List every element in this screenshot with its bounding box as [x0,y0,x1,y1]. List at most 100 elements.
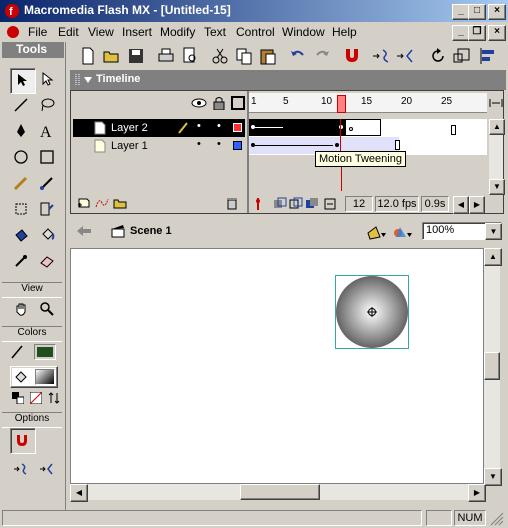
modify-onion-markers-icon[interactable] [323,197,337,211]
maximize-button[interactable]: □ [468,4,486,20]
menu-view[interactable]: View [88,25,114,39]
fill-color-control[interactable] [10,366,58,388]
smooth-toolbar-icon[interactable] [372,46,392,66]
selected-symbol-bounds[interactable] [335,275,409,349]
ink-bottle-tool[interactable] [10,224,34,248]
zoom-dropdown-button[interactable]: ▼ [485,223,502,240]
scroll-left-button[interactable]: ◀ [70,484,88,502]
snap-magnet-icon[interactable] [342,46,362,66]
align-icon[interactable] [478,46,498,66]
menu-window[interactable]: Window [282,25,325,39]
oval-tool[interactable] [10,146,34,170]
scroll-thumb[interactable] [240,484,320,500]
new-file-icon[interactable] [78,46,98,66]
menu-control[interactable]: Control [236,25,275,39]
paint-bucket-tool[interactable] [36,224,60,248]
smooth-button[interactable] [10,458,34,482]
scroll-right-button[interactable]: ▶ [468,484,486,502]
line-tool[interactable] [10,94,34,118]
end-frame-marker[interactable] [451,125,456,135]
close-button[interactable]: × [488,4,506,20]
playhead[interactable] [337,95,346,113]
redo-icon[interactable] [312,46,332,66]
fill-color-swatch[interactable] [35,369,55,385]
doc-restore-button[interactable]: ❐ [468,25,486,41]
menu-file[interactable]: File [28,25,47,39]
free-transform-tool[interactable] [10,198,34,222]
insert-folder-icon[interactable] [113,197,127,209]
layer-outline-color[interactable] [233,123,242,132]
stage-hscroll[interactable]: ◀ ▶ [70,484,486,502]
print-preview-icon[interactable] [180,46,200,66]
stage[interactable] [70,248,484,484]
paste-icon[interactable] [258,46,278,66]
lock-icon[interactable] [213,96,225,110]
scroll-down-button[interactable]: ▼ [489,179,505,195]
zoom-tool[interactable] [36,298,60,322]
straighten-button[interactable] [36,458,60,482]
eraser-tool[interactable] [36,250,60,274]
layer-row-layer-1[interactable]: Layer 1 • • [73,137,245,155]
open-folder-icon[interactable] [102,46,122,66]
menu-help[interactable]: Help [332,25,357,39]
edit-symbols-icon[interactable] [392,223,414,241]
hand-tool[interactable] [10,298,34,322]
snap-to-objects-button[interactable] [10,428,36,454]
edit-scene-icon[interactable] [366,223,388,241]
frame-ruler[interactable]: 1 5 10 15 20 25 [249,93,487,113]
swap-colors-button[interactable] [46,390,62,406]
arrow-tool[interactable] [10,68,36,94]
undo-icon[interactable] [288,46,308,66]
layer-row-layer-2[interactable]: Layer 2 • • [73,119,245,137]
subselect-tool[interactable] [36,68,60,92]
menu-text[interactable]: Text [204,25,226,39]
end-frame-marker[interactable] [395,140,400,150]
frame-view-menu-icon[interactable] [489,97,503,109]
center-frame-icon[interactable] [251,197,265,211]
back-arrow-icon[interactable] [76,224,92,238]
layer-lock-dot[interactable]: • [217,120,221,132]
menu-modify[interactable]: Modify [160,25,195,39]
copy-icon[interactable] [234,46,254,66]
lasso-tool[interactable] [36,94,60,118]
stage-vscroll[interactable]: ▲ ▼ [484,248,502,486]
selected-frames[interactable] [287,119,337,136]
onion-skin-outlines-icon[interactable] [289,197,303,211]
scroll-up-button[interactable]: ▲ [489,119,505,135]
edit-multiple-frames-icon[interactable] [305,197,319,211]
straighten-toolbar-icon[interactable] [396,46,416,66]
fill-transform-tool[interactable] [36,198,60,222]
pen-tool[interactable] [10,120,34,144]
scale-icon[interactable] [452,46,472,66]
layer-lock-dot[interactable]: • [217,138,221,150]
scroll-down-button[interactable]: ▼ [484,468,502,486]
layer-outline-color[interactable] [233,141,242,150]
rotate-icon[interactable] [428,46,448,66]
keyframe-dot[interactable] [335,143,339,147]
resize-grip-icon[interactable] [490,512,504,526]
zoom-select[interactable]: 100% ▼ [422,222,502,240]
layer-name[interactable]: Layer 2 [111,122,148,134]
insert-layer-icon[interactable] [77,197,91,209]
black-white-button[interactable] [10,390,26,406]
frame-grid[interactable] [249,119,487,155]
scroll-up-button[interactable]: ▲ [484,248,502,266]
no-color-button[interactable] [28,390,44,406]
menu-edit[interactable]: Edit [58,25,79,39]
cut-icon[interactable] [210,46,230,66]
outline-icon[interactable] [231,96,245,110]
timeline-vscroll[interactable]: ▲ ▼ [489,119,505,195]
save-icon[interactable] [126,46,146,66]
scroll-left-button[interactable]: ◀ [453,196,469,214]
empty-keyframe-dot[interactable] [349,127,353,131]
rectangle-tool[interactable] [36,146,60,170]
add-guide-layer-icon[interactable] [95,197,109,209]
layer-visible-dot[interactable]: • [197,138,201,150]
stroke-color-swatch[interactable] [34,344,56,360]
pencil-tool[interactable] [10,172,34,196]
doc-close-button[interactable]: × [488,25,506,41]
scroll-thumb[interactable] [484,352,500,380]
eye-icon[interactable] [191,97,207,109]
scroll-right-button[interactable]: ▶ [469,196,485,214]
layer-name[interactable]: Layer 1 [111,140,148,152]
